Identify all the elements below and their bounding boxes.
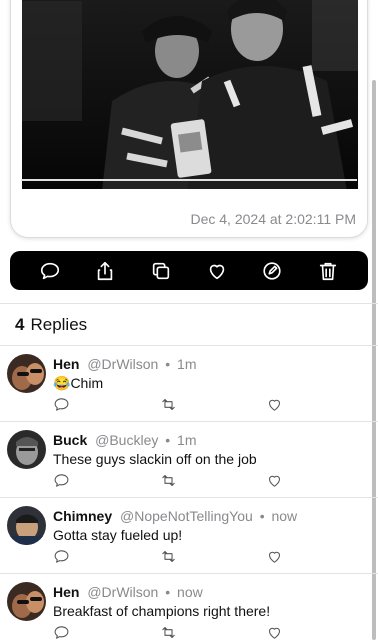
avatar[interactable] xyxy=(7,430,46,469)
replies-header: 4 Replies xyxy=(15,315,87,335)
like-icon[interactable] xyxy=(266,472,284,490)
reply-actions xyxy=(53,548,293,566)
reply-time: now xyxy=(177,584,203,600)
comment-icon[interactable] xyxy=(53,396,71,414)
reply-author-name[interactable]: Hen xyxy=(53,584,79,600)
divider xyxy=(0,303,378,304)
reply-author-name[interactable]: Chimney xyxy=(53,508,112,524)
repost-icon[interactable] xyxy=(160,548,178,566)
like-icon[interactable] xyxy=(266,624,284,640)
reply-author-handle[interactable]: @DrWilson xyxy=(87,356,158,372)
reply-author-name[interactable]: Hen xyxy=(53,356,79,372)
separator-dot: • xyxy=(165,432,171,448)
like-icon[interactable] xyxy=(266,396,284,414)
photo-illustration xyxy=(22,0,358,189)
like-icon[interactable] xyxy=(205,259,229,283)
reply-actions xyxy=(53,472,293,490)
delete-icon[interactable] xyxy=(316,259,340,283)
reply-author-handle[interactable]: @Buckley xyxy=(95,432,158,448)
reply-item[interactable]: Buck @Buckley • 1m These guys slackin of… xyxy=(0,422,378,498)
reply-time: now xyxy=(271,508,298,524)
reply-text: These guys slackin off on the job xyxy=(53,451,257,467)
repost-icon[interactable] xyxy=(160,624,178,640)
reply-author-name[interactable]: Buck xyxy=(53,432,87,448)
share-icon[interactable] xyxy=(93,259,117,283)
reply-actions xyxy=(53,396,293,414)
edit-icon[interactable] xyxy=(260,259,284,283)
reply-actions xyxy=(53,624,293,640)
reply-text: 😂Chim xyxy=(53,375,103,392)
comment-icon[interactable] xyxy=(53,472,71,490)
like-icon[interactable] xyxy=(266,548,284,566)
replies-label: Replies xyxy=(30,315,88,334)
repost-icon[interactable] xyxy=(160,396,178,414)
reply-item[interactable]: Hen @DrWilson • 1m 😂Chim xyxy=(0,346,378,422)
post-photo[interactable] xyxy=(22,0,358,189)
reply-time: 1m xyxy=(177,432,197,448)
separator-dot: • xyxy=(165,356,171,372)
reply-item[interactable]: Chimney @NopeNotTellingYou • now Gotta s… xyxy=(0,498,378,574)
reply-text: Gotta stay fueled up! xyxy=(53,527,183,543)
avatar[interactable] xyxy=(7,506,46,545)
separator-dot: • xyxy=(165,584,171,600)
comment-icon[interactable] xyxy=(53,548,71,566)
reply-text: Breakfast of champions right there! xyxy=(53,603,271,619)
avatar[interactable] xyxy=(7,582,46,621)
reply-header: Chimney @NopeNotTellingYou • now xyxy=(53,508,297,524)
post-action-bar xyxy=(10,251,368,290)
reply-author-handle[interactable]: @NopeNotTellingYou xyxy=(120,508,253,524)
post-card: Dec 4, 2024 at 2:02:11 PM xyxy=(10,0,368,238)
reply-header: Hen @DrWilson • 1m xyxy=(53,356,196,372)
comment-icon[interactable] xyxy=(53,624,71,640)
photo-divider xyxy=(21,179,357,181)
separator-dot: • xyxy=(259,508,265,524)
reply-header: Hen @DrWilson • now xyxy=(53,584,203,600)
reply-item[interactable]: Hen @DrWilson • now Breakfast of champio… xyxy=(0,574,378,640)
repost-icon[interactable] xyxy=(160,472,178,490)
replies-count: 4 xyxy=(15,315,25,334)
reply-time: 1m xyxy=(177,356,197,372)
post-timestamp: Dec 4, 2024 at 2:02:11 PM xyxy=(190,211,356,227)
reply-text-content: Chim xyxy=(70,375,104,391)
copy-icon[interactable] xyxy=(149,259,173,283)
reply-author-handle[interactable]: @DrWilson xyxy=(87,584,158,600)
comment-icon[interactable] xyxy=(38,259,62,283)
avatar[interactable] xyxy=(7,354,46,393)
laughing-emoji: 😂 xyxy=(53,375,71,391)
reply-header: Buck @Buckley • 1m xyxy=(53,432,197,448)
